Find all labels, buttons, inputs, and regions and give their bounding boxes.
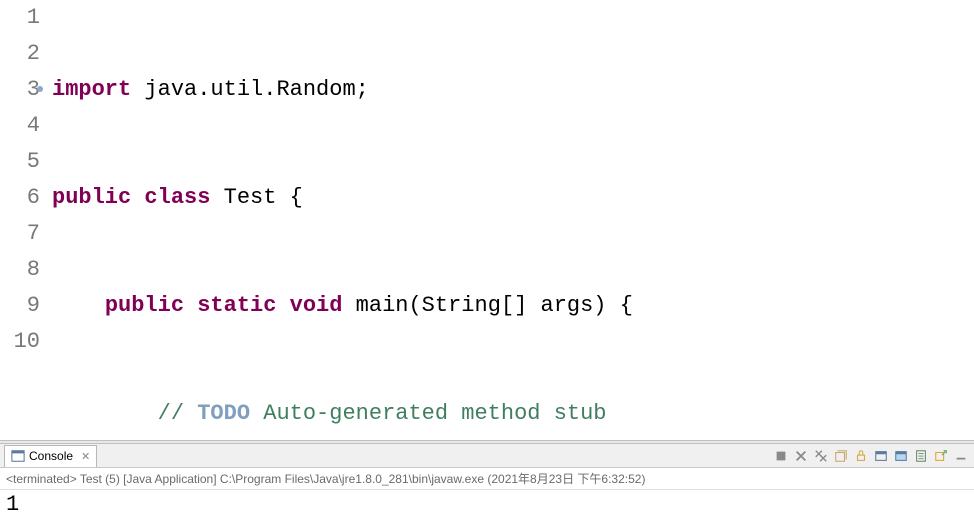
keyword: static: [197, 293, 276, 318]
line-number: 1: [0, 0, 40, 36]
console-output[interactable]: 1: [0, 490, 974, 519]
close-icon[interactable]: ✕: [81, 450, 90, 463]
comment: Auto-generated method stub: [250, 401, 606, 426]
code-line[interactable]: // TODO Auto-generated method stub: [52, 396, 974, 432]
todo-tag: TODO: [197, 401, 250, 426]
show-console-button[interactable]: [872, 447, 890, 465]
line-number: 8: [0, 252, 40, 288]
line-number-gutter: 1 2 3 4 5 6 7 8 9 10: [0, 0, 48, 440]
line-number: 6: [0, 180, 40, 216]
line-number: 9: [0, 288, 40, 324]
remove-launch-button[interactable]: [792, 447, 810, 465]
code-text: java.util.Random;: [131, 77, 369, 102]
code-text: Test {: [210, 185, 302, 210]
line-number: 10: [0, 324, 40, 360]
code-line[interactable]: public class Test {: [52, 180, 974, 216]
console-header: Console ✕: [0, 444, 974, 468]
console-status: <terminated> Test (5) [Java Application]…: [0, 468, 974, 490]
terminate-button[interactable]: [772, 447, 790, 465]
line-number: 2: [0, 36, 40, 72]
line-number: 4: [0, 108, 40, 144]
keyword: public: [105, 293, 184, 318]
console-icon: [11, 449, 25, 463]
scroll-lock-button[interactable]: [852, 447, 870, 465]
keyword: import: [52, 77, 131, 102]
code-editor[interactable]: 1 2 3 4 5 6 7 8 9 10 import java.util.Ra…: [0, 0, 974, 440]
keyword: public: [52, 185, 131, 210]
line-number: 5: [0, 144, 40, 180]
display-selected-button[interactable]: [912, 447, 930, 465]
comment: //: [158, 401, 198, 426]
code-line[interactable]: import java.util.Random;: [52, 72, 974, 108]
line-number: 7: [0, 216, 40, 252]
open-console-button[interactable]: [932, 447, 950, 465]
minimize-button[interactable]: [952, 447, 970, 465]
code-line[interactable]: public static void main(String[] args) {: [52, 288, 974, 324]
line-number: 3: [0, 72, 40, 108]
remove-all-button[interactable]: [812, 447, 830, 465]
pin-console-button[interactable]: [892, 447, 910, 465]
console-tab-label: Console: [29, 449, 73, 463]
keyword: class: [144, 185, 210, 210]
indent: [52, 293, 105, 318]
code-content[interactable]: import java.util.Random; public class Te…: [48, 0, 974, 440]
clear-console-button[interactable]: [832, 447, 850, 465]
keyword: void: [290, 293, 343, 318]
console-toolbar: [772, 447, 970, 465]
console-tab[interactable]: Console ✕: [4, 445, 97, 467]
indent: [52, 401, 158, 426]
code-text: main(String[] args) {: [342, 293, 632, 318]
